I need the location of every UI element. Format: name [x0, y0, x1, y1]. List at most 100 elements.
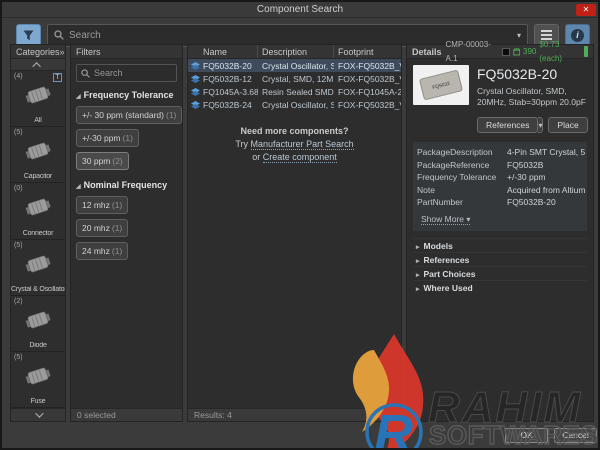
property-value: Acquired from Altium C... [507, 184, 585, 195]
category-tile-capacitor[interactable]: (5) Capacitor [11, 127, 65, 184]
section-label: References [423, 254, 470, 265]
table-row[interactable]: FQ1045A-3.6864 Resin Sealed SMD C... FOX… [188, 85, 401, 98]
category-count: (5) [14, 353, 23, 361]
chip-count: (1) [111, 223, 123, 233]
component-package-icon [11, 140, 65, 162]
chip-count: (1) [111, 246, 123, 256]
chip-label: +/-30 ppm [82, 133, 121, 143]
chip-label: 20 mhz [82, 223, 110, 233]
results-table-body: FQ5032B-20 Crystal Oscillator, S... FOX-… [188, 59, 401, 408]
caret-down-icon: ▾ [466, 214, 471, 224]
chip-count: (1) [165, 110, 177, 120]
category-count: (0) [14, 185, 23, 193]
details-sections: ▸ Models ▸ References ▸ Part Choices ▸ Where… [413, 237, 587, 294]
filter-group-title: Frequency Tolerance [83, 90, 174, 100]
part-description: Crystal Oscillator, SMD, 20MHz, Stab=30p… [477, 86, 586, 107]
component-icon [188, 61, 203, 70]
place-button[interactable]: Place [548, 117, 588, 133]
chip-label: 30 ppm [82, 156, 111, 166]
chip-count: (1) [111, 200, 123, 210]
template-badge: T [53, 73, 62, 82]
references-button[interactable]: References [477, 117, 539, 133]
table-row[interactable]: FQ5032B-20 Crystal Oscillator, S... FOX-… [188, 59, 401, 72]
table-row[interactable]: FQ5032B-12 Crystal, SMD, 12MH... FOX-FQ5… [188, 72, 401, 85]
chip-label: +/- 30 ppm (standard) [82, 110, 164, 120]
filters-header-label: Filters [76, 46, 101, 57]
property-value: +/-30 ppm [507, 172, 546, 183]
category-label: Capacitor [23, 173, 53, 181]
section-label: Models [423, 240, 453, 251]
part-summary: FQ5032 FQ5032B-20 Crystal Oscillator, SM… [413, 65, 587, 108]
collapse-triangle-icon: ◢ [76, 184, 81, 190]
references-dropdown-icon[interactable]: ▾ [538, 117, 544, 133]
table-row[interactable]: FQ5032B-24 Crystal Oscillator, S... FOX-… [188, 98, 401, 111]
categories-scroll-up[interactable] [11, 59, 65, 71]
column-header-description[interactable]: Description [258, 45, 334, 58]
show-more-link[interactable]: Show More ▾ [421, 214, 471, 225]
cell-description: Crystal Oscillator, S... [262, 99, 334, 110]
section-where-used[interactable]: ▸ Where Used [413, 279, 587, 294]
section-part-choices[interactable]: ▸ Part Choices [413, 265, 587, 280]
filter-chip[interactable]: +/- 30 ppm (standard) (1) [76, 106, 182, 124]
collapse-panel-icon[interactable]: » [60, 45, 65, 59]
need-more-components-prompt: Need more components? Try Manufacturer P… [188, 125, 401, 164]
filters-search-input[interactable] [94, 68, 172, 78]
filter-chip[interactable]: 24 mhz (1) [76, 242, 129, 260]
category-tile-all[interactable]: (4) T All [11, 71, 65, 128]
filter-group-nominal-frequency[interactable]: ◢ Nominal Frequency [76, 180, 177, 190]
component-package-icon [11, 196, 65, 218]
details-body: FQ5032 FQ5032B-20 Crystal Oscillator, SM… [407, 59, 593, 421]
close-icon[interactable]: ✕ [576, 4, 596, 16]
section-label: Where Used [423, 282, 473, 293]
lifecycle-swatch-icon [501, 47, 510, 56]
section-models[interactable]: ▸ Models [413, 237, 587, 252]
filter-chip[interactable]: +/-30 ppm (1) [76, 129, 139, 147]
component-package-icon [11, 84, 65, 106]
column-header-name[interactable]: Name [188, 45, 258, 58]
filter-chip[interactable]: 30 ppm (2) [76, 152, 129, 170]
prompt-heading: Need more components? [240, 126, 349, 136]
dialog-footer: OK Cancel [2, 420, 598, 448]
create-component-link[interactable]: Create component [262, 152, 337, 163]
category-label: All [34, 117, 42, 125]
manufacturer-part-search-link[interactable]: Manufacturer Part Search [250, 139, 354, 150]
component-package-icon [11, 253, 65, 275]
chevron-right-icon: ▸ [416, 285, 420, 293]
stock-count: 390 [523, 46, 537, 56]
property-value: 4-Pin SMT Crystal, 5.2 x... [507, 147, 585, 158]
component-package-icon [11, 309, 65, 331]
ok-button[interactable]: OK [505, 428, 548, 443]
component-package-icon [11, 365, 65, 387]
part-info: FQ5032B-20 Crystal Oscillator, SMD, 20MH… [477, 65, 587, 108]
component-icon [188, 100, 203, 109]
cell-name: FQ5032B-20 [203, 60, 252, 71]
chip-count: (1) [122, 133, 133, 143]
category-tile-crystal-oscillator[interactable]: (5) Crystal & Oscillator [11, 239, 65, 296]
collapse-triangle-icon: ◢ [76, 94, 81, 100]
section-references[interactable]: ▸ References [413, 251, 587, 266]
frequency-tolerance-chips: +/- 30 ppm (standard) (1) +/-30 ppm (1) 30… [76, 106, 182, 170]
funnel-icon [23, 30, 34, 40]
property-value: FQ5032B-20 [507, 197, 556, 208]
chevron-right-icon: ▸ [416, 271, 420, 279]
cell-description: Crystal Oscillator, S... [262, 60, 334, 71]
property-key: Frequency Tolerance [417, 172, 497, 183]
category-tile-diode[interactable]: (2) Diode [11, 295, 65, 352]
filters-search-field[interactable] [76, 64, 177, 82]
filter-chip[interactable]: 12 mhz (1) [76, 196, 129, 214]
title-bar: Component Search ✕ [2, 2, 598, 18]
filters-panel: Filters ◢Frequency Tolerance +/- 30 ppm … [70, 44, 183, 422]
chip-count: (2) [112, 156, 123, 166]
category-count: (5) [14, 241, 23, 249]
category-tile-connector[interactable]: (0) Connector [11, 183, 65, 240]
cancel-button[interactable]: Cancel [554, 428, 597, 443]
category-tile-fuse[interactable]: (5) Fuse [11, 351, 65, 409]
column-header-footprint[interactable]: Footprint [334, 45, 401, 58]
filters-header: Filters [71, 45, 182, 59]
category-label: Connector [22, 229, 54, 237]
search-icon [81, 68, 90, 78]
cell-footprint: FOX-FQ5032B_V [338, 99, 401, 110]
filter-group-frequency-tolerance[interactable]: ◢ Frequency Tolerance [76, 90, 177, 100]
cell-name: FQ5032B-24 [203, 99, 252, 110]
filter-chip[interactable]: 20 mhz (1) [76, 219, 129, 237]
